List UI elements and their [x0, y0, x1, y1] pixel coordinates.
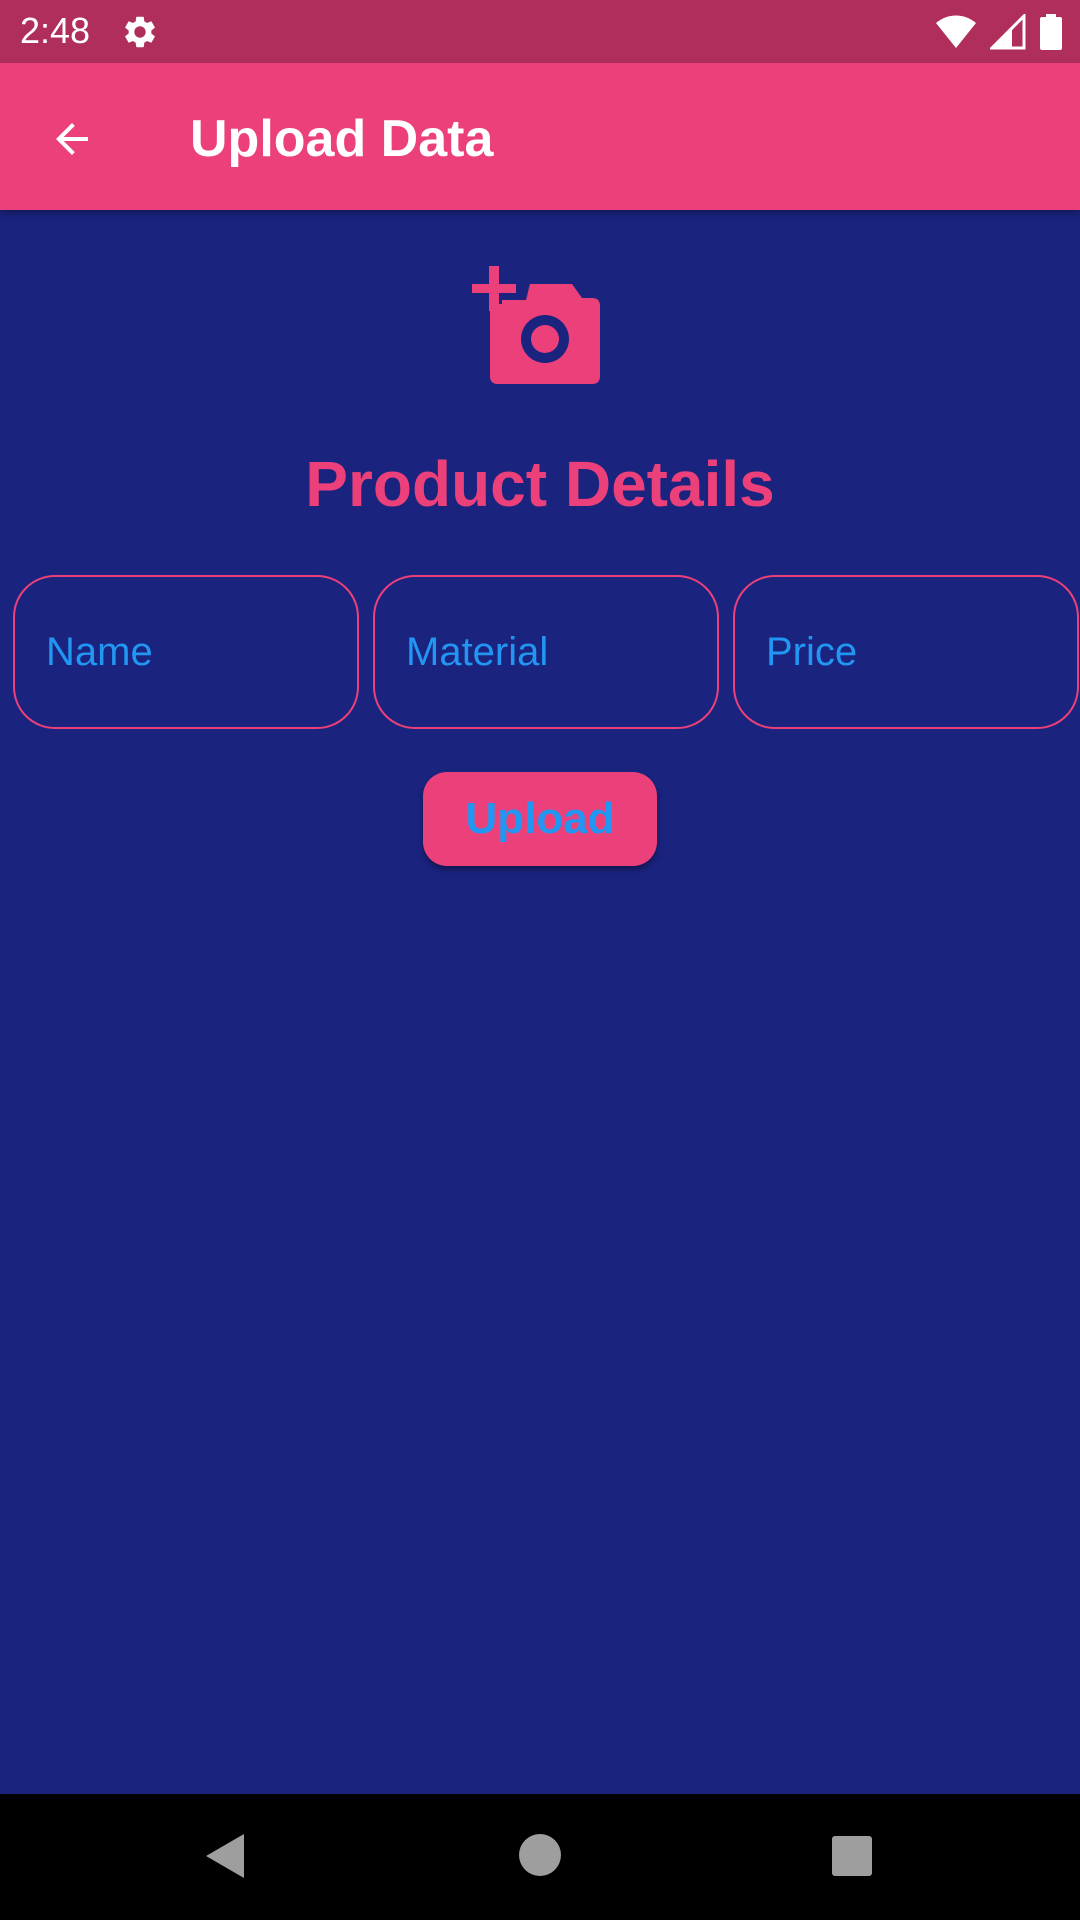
- navigation-bar: [0, 1794, 1080, 1920]
- upload-button[interactable]: Upload: [423, 772, 657, 866]
- back-button[interactable]: [36, 103, 108, 175]
- status-time: 2:48: [20, 10, 91, 51]
- status-icons: [936, 12, 1062, 52]
- name-field[interactable]: [13, 575, 359, 729]
- wifi-icon: [936, 15, 976, 48]
- signal-icon: [990, 14, 1026, 50]
- battery-icon: [1040, 14, 1062, 50]
- nav-recents-icon[interactable]: [832, 1836, 872, 1876]
- material-field[interactable]: [373, 575, 719, 729]
- price-field[interactable]: [733, 575, 1079, 729]
- price-input[interactable]: [766, 629, 1077, 675]
- arrow-left-icon: [56, 123, 88, 155]
- nav-back-icon[interactable]: [204, 1832, 248, 1880]
- section-title: Product Details: [305, 448, 775, 520]
- page-title: Upload Data: [190, 110, 494, 168]
- status-bar: 2:48: [0, 0, 1080, 63]
- gear-icon: [125, 16, 155, 48]
- material-input[interactable]: [406, 629, 717, 675]
- nav-home-icon[interactable]: [519, 1834, 561, 1876]
- add-a-photo-icon[interactable]: [472, 264, 604, 386]
- app-bar: Upload Data: [0, 63, 1080, 210]
- name-input[interactable]: [46, 629, 357, 675]
- screen: 2:48 Upload Data Product Details Name Ma…: [0, 0, 1080, 1920]
